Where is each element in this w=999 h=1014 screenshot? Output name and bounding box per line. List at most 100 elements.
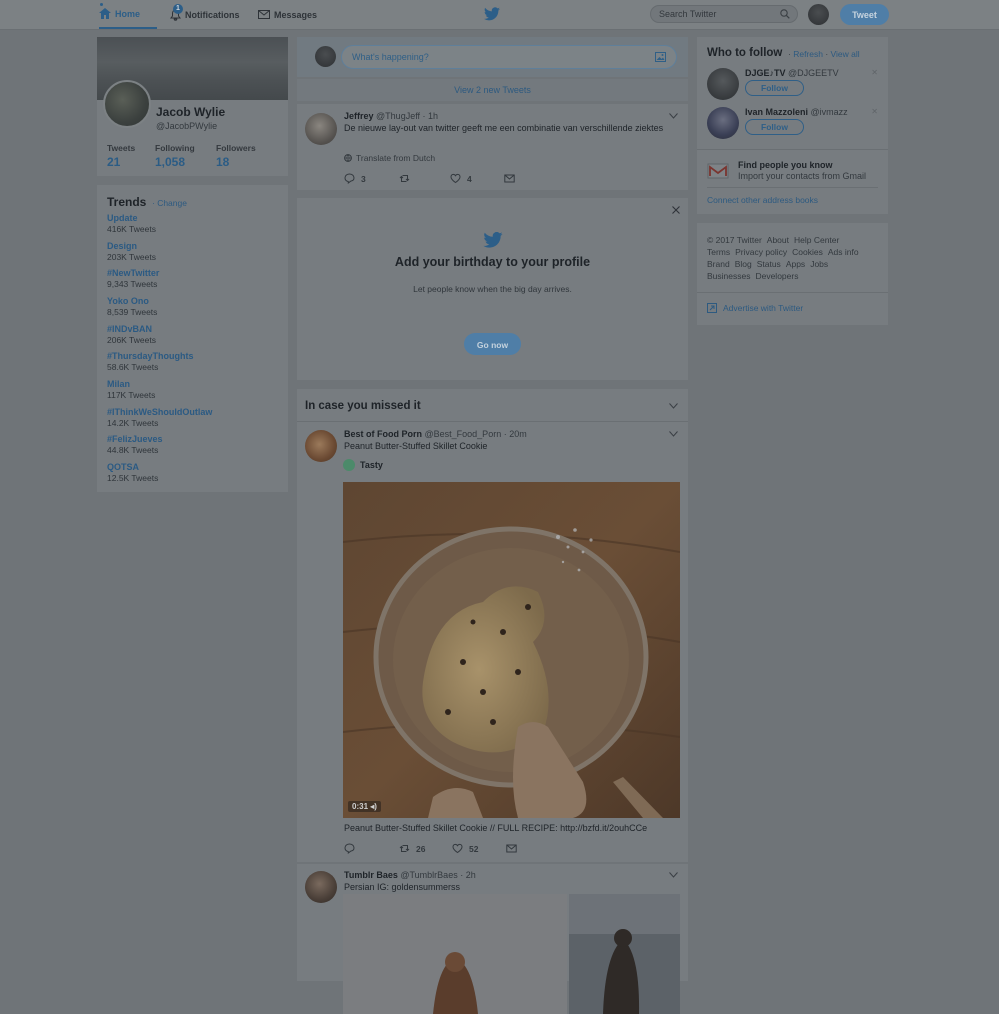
footer-links: © 2017 Twitter About Help Center Terms Priv…: [707, 234, 882, 282]
footer-link[interactable]: Terms: [707, 247, 730, 257]
tweet[interactable]: Best of Food Porn @Best_Food_Porn · 20m …: [297, 422, 688, 862]
birthday-prompt-card: Add your birthday to your profile Let pe…: [297, 198, 688, 380]
tweet-avatar[interactable]: [305, 871, 337, 903]
chevron-down-icon[interactable]: [669, 431, 678, 437]
footer-link[interactable]: Ads info: [828, 247, 859, 257]
dismiss-icon[interactable]: ✕: [871, 68, 878, 77]
refresh-link[interactable]: Refresh: [793, 49, 823, 59]
divider: [697, 292, 888, 293]
nav-home[interactable]: Home: [99, 0, 157, 29]
tweet-photos[interactable]: [343, 894, 680, 1014]
footer-link[interactable]: About: [767, 235, 789, 245]
photo-icon[interactable]: [655, 52, 666, 62]
search-box[interactable]: [650, 5, 798, 23]
view-new-tweets-bar[interactable]: View 2 new Tweets: [297, 79, 688, 101]
chevron-down-icon[interactable]: [669, 872, 678, 878]
like-button[interactable]: 4: [450, 173, 472, 184]
search-input[interactable]: [659, 9, 769, 19]
trend-item[interactable]: Update 416K Tweets: [107, 213, 156, 234]
missed-section-header: In case you missed it: [297, 389, 688, 422]
stat-label: Followers: [216, 143, 256, 153]
retweet-button[interactable]: [399, 173, 416, 184]
follow-button[interactable]: Follow: [745, 119, 804, 135]
stat-followers[interactable]: Followers 18: [216, 143, 256, 169]
find-people[interactable]: Find people you know Import your contacts…: [738, 160, 866, 181]
video-player[interactable]: 0:31 ◂): [343, 482, 680, 818]
footer-link[interactable]: Developers: [755, 271, 798, 281]
trend-item[interactable]: #IThinkWeShouldOutlaw 14.2K Tweets: [107, 407, 212, 428]
stat-following[interactable]: Following 1,058: [155, 143, 195, 169]
trend-count: 14.2K Tweets: [107, 418, 159, 428]
footer-link[interactable]: Brand: [707, 259, 730, 269]
footer-link[interactable]: Jobs: [810, 259, 828, 269]
trend-item[interactable]: Yoko Ono 8,539 Tweets: [107, 296, 157, 317]
tweet-author-name: Tumblr Baes: [344, 870, 398, 880]
reply-button[interactable]: 3: [344, 173, 366, 184]
user-avatar-menu[interactable]: [808, 4, 829, 25]
connect-address-books-link[interactable]: Connect other address books: [707, 195, 818, 205]
direct-message-button[interactable]: [504, 173, 521, 184]
trend-item[interactable]: Design 203K Tweets: [107, 241, 156, 262]
tweet-author[interactable]: Tumblr Baes @TumblrBaes · 2h: [344, 870, 476, 880]
tweet-actions: 3 4: [344, 173, 644, 185]
trend-item[interactable]: Milan 117K Tweets: [107, 379, 155, 400]
tweet[interactable]: Tumblr Baes @TumblrBaes · 2h Persian IG:…: [297, 864, 688, 1014]
suggestion-name[interactable]: DJGE♪TV @DJGEETV: [745, 68, 839, 78]
view-all-link[interactable]: View all: [831, 49, 860, 59]
nav-messages[interactable]: Messages: [258, 0, 317, 29]
trend-name: Milan: [107, 379, 131, 389]
trend-item[interactable]: #NewTwitter 9,343 Tweets: [107, 268, 159, 289]
footer-link[interactable]: Status: [757, 259, 781, 269]
stat-tweets[interactable]: Tweets 21: [107, 143, 135, 169]
trend-item[interactable]: QOTSA 12.5K Tweets: [107, 462, 158, 483]
footer-link[interactable]: Help Center: [794, 235, 839, 245]
who-to-follow-title: Who to follow: [707, 47, 783, 59]
chevron-down-icon[interactable]: [669, 403, 678, 409]
top-navigation-bar: Home Notifications 1 Messages Tweet: [0, 0, 999, 30]
direct-message-button[interactable]: [506, 843, 523, 854]
follow-button[interactable]: Follow: [745, 80, 804, 96]
profile-name[interactable]: Jacob Wylie: [156, 105, 225, 119]
trend-item[interactable]: #INDvBAN 206K Tweets: [107, 324, 156, 345]
trend-item[interactable]: #ThursdayThoughts 58.6K Tweets: [107, 351, 194, 372]
tweet-button[interactable]: Tweet: [840, 4, 889, 25]
suggestion-avatar[interactable]: [707, 68, 739, 100]
source-name: Tasty: [360, 460, 383, 470]
chevron-down-icon[interactable]: [669, 113, 678, 119]
reply-button[interactable]: [344, 843, 361, 854]
footer-link[interactable]: Blog: [735, 259, 752, 269]
compose-box[interactable]: [341, 45, 677, 69]
compose-input[interactable]: [352, 52, 632, 62]
tweet-avatar[interactable]: [305, 430, 337, 462]
search-icon[interactable]: [780, 9, 790, 19]
source-tag[interactable]: Tasty: [343, 459, 383, 471]
stat-value: 21: [107, 155, 121, 169]
translate-link[interactable]: Translate from Dutch: [344, 153, 435, 163]
footer-link[interactable]: Businesses: [707, 271, 750, 281]
tweet[interactable]: Jeffrey @ThugJeff · 1h De nieuwe lay-out…: [297, 104, 688, 190]
profile-avatar[interactable]: [103, 80, 151, 128]
suggestion-avatar[interactable]: [707, 107, 739, 139]
trend-name: #FelizJueves: [107, 434, 163, 444]
dismiss-icon[interactable]: ✕: [871, 107, 878, 116]
suggestion-name[interactable]: Ivan Mazzoleni @ivmazz: [745, 107, 848, 117]
trends-change-link[interactable]: · Change: [152, 198, 187, 208]
profile-handle[interactable]: @JacobPWylie: [156, 121, 217, 131]
go-now-button[interactable]: Go now: [464, 333, 521, 355]
follow-suggestion: Ivan Mazzoleni @ivmazz Follow ✕: [707, 107, 878, 143]
trends-card: Trends · Change Update 416K Tweets Design…: [97, 185, 288, 492]
footer-link[interactable]: Privacy policy: [735, 247, 787, 257]
retweet-button[interactable]: 26: [399, 843, 425, 854]
footer-link[interactable]: Cookies: [792, 247, 823, 257]
tweet-author[interactable]: Jeffrey @ThugJeff · 1h: [344, 111, 438, 121]
close-icon[interactable]: [672, 206, 680, 214]
advertise-link[interactable]: Advertise with Twitter: [707, 303, 803, 313]
footer-link[interactable]: Apps: [786, 259, 805, 269]
twitter-bird-icon[interactable]: [484, 7, 500, 21]
tweet-author[interactable]: Best of Food Porn @Best_Food_Porn · 20m: [344, 429, 527, 439]
trend-item[interactable]: #FelizJueves 44.8K Tweets: [107, 434, 163, 455]
trend-count: 44.8K Tweets: [107, 445, 159, 455]
like-button[interactable]: 52: [452, 843, 478, 854]
footer-link[interactable]: © 2017 Twitter: [707, 235, 762, 245]
tweet-avatar[interactable]: [305, 113, 337, 145]
